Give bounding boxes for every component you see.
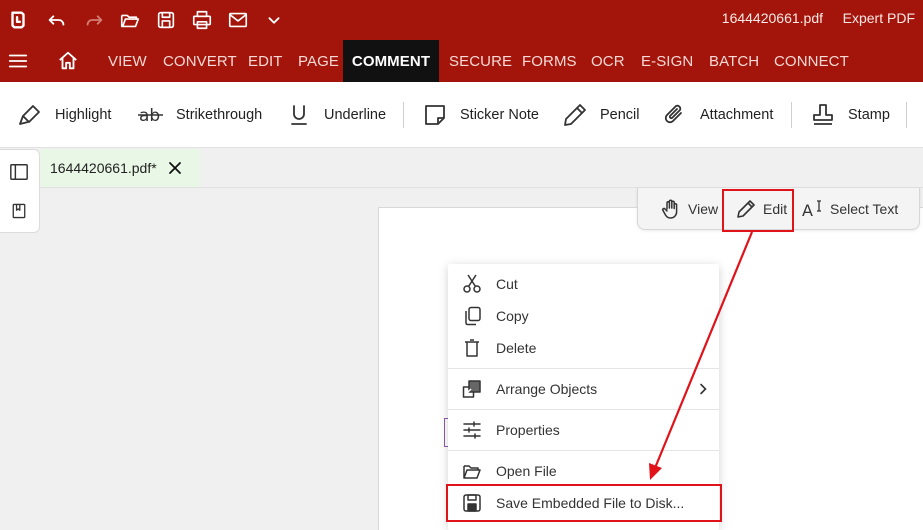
highlight-label: Highlight xyxy=(55,107,112,123)
menu-label-delete: Delete xyxy=(496,340,537,356)
app-name: Expert PDF xyxy=(842,10,915,26)
menu-item-cut[interactable]: Cut xyxy=(448,269,719,299)
scissors-icon xyxy=(461,273,483,295)
tab-page[interactable]: PAGE xyxy=(288,40,349,82)
menu-label-cut: Cut xyxy=(496,276,518,292)
view-mode-button[interactable]: View xyxy=(660,198,718,220)
strikethrough-icon: ab xyxy=(138,106,163,126)
stamp-button[interactable]: Stamp xyxy=(810,100,890,130)
tab-secure[interactable]: SECURE xyxy=(439,40,522,82)
view-mode-label: View xyxy=(688,201,719,217)
select-text-button[interactable]: A Select Text xyxy=(802,198,898,220)
tab-edit[interactable]: EDIT xyxy=(238,40,293,82)
tab-connect[interactable]: CONNECT xyxy=(764,40,859,82)
copy-icon xyxy=(461,305,483,327)
tab-ocr[interactable]: OCR xyxy=(581,40,635,82)
arrange-icon xyxy=(461,378,483,400)
menu-item-arrange-objects[interactable]: Arrange Objects xyxy=(448,374,719,404)
stamp-label: Stamp xyxy=(848,107,890,123)
menu-separator xyxy=(448,409,719,410)
comment-ribbon: Highlight ab Strikethrough Underline Sti… xyxy=(0,82,923,148)
ribbon-divider xyxy=(791,102,792,128)
menu-item-delete[interactable]: Delete xyxy=(448,333,719,363)
underline-label: Underline xyxy=(324,107,387,123)
app-logo-icon[interactable] xyxy=(4,6,32,34)
select-text-icon: A xyxy=(802,200,821,220)
tab-convert[interactable]: CONVERT xyxy=(153,40,247,82)
hamburger-icon[interactable] xyxy=(6,49,30,73)
menu-item-properties[interactable]: Properties xyxy=(448,415,719,445)
pencil-button[interactable]: Pencil xyxy=(562,100,640,130)
highlight-button[interactable]: Highlight xyxy=(17,100,111,130)
attachment-label: Attachment xyxy=(700,107,774,123)
menu-label-copy: Copy xyxy=(496,308,529,324)
menu-separator xyxy=(448,368,719,369)
underline-icon xyxy=(291,105,307,125)
tab-comment[interactable]: COMMENT xyxy=(343,40,439,82)
ribbon-divider xyxy=(906,102,907,128)
tab-esign[interactable]: E-SIGN xyxy=(631,40,703,82)
tab-view[interactable]: VIEW xyxy=(98,40,157,82)
highlighter-icon xyxy=(19,105,40,125)
menu-label-open-file: Open File xyxy=(496,463,557,479)
title-bar: 1644420661.pdf Expert PDF xyxy=(0,0,923,40)
menu-item-open-file[interactable]: Open File xyxy=(448,456,719,486)
close-icon[interactable] xyxy=(167,160,183,176)
tab-batch[interactable]: BATCH xyxy=(699,40,769,82)
menu-label-properties: Properties xyxy=(496,422,560,438)
strikethrough-label: Strikethrough xyxy=(176,107,263,123)
sticker-note-icon xyxy=(425,105,445,125)
undo-icon[interactable] xyxy=(43,6,71,34)
ribbon-divider xyxy=(403,102,404,128)
annotation-save-highlight xyxy=(446,484,722,522)
pencil-label: Pencil xyxy=(600,107,640,123)
annotation-edit-highlight xyxy=(722,189,794,232)
pencil-icon xyxy=(564,104,586,126)
home-icon[interactable] xyxy=(56,49,80,73)
svg-text:ab: ab xyxy=(139,106,160,126)
properties-icon xyxy=(461,419,483,441)
file-tab[interactable]: 1644420661.pdf* xyxy=(40,149,200,187)
chevron-down-icon[interactable] xyxy=(260,6,288,34)
menu-separator xyxy=(448,450,719,451)
main-nav: VIEW CONVERT EDIT PAGE COMMENT SECURE FO… xyxy=(0,40,923,82)
attachment-button[interactable]: Attachment xyxy=(662,100,773,130)
print-icon[interactable] xyxy=(188,6,216,34)
trash-icon xyxy=(461,337,483,359)
stamp-icon xyxy=(813,104,833,125)
menu-item-copy[interactable]: Copy xyxy=(448,301,719,331)
svg-text:A: A xyxy=(802,201,813,220)
strikethrough-button[interactable]: ab Strikethrough xyxy=(138,100,262,130)
save-icon[interactable] xyxy=(152,6,180,34)
left-dock xyxy=(0,149,40,233)
open-folder-icon xyxy=(461,460,483,482)
mail-icon[interactable] xyxy=(224,6,252,34)
sticker-note-label: Sticker Note xyxy=(460,107,539,123)
hand-icon xyxy=(662,199,678,219)
document-title: 1644420661.pdf xyxy=(721,10,823,26)
redo-icon[interactable] xyxy=(80,6,108,34)
menu-label-arrange-objects: Arrange Objects xyxy=(496,381,598,397)
bookmark-icon[interactable] xyxy=(8,200,30,222)
underline-button[interactable]: Underline xyxy=(286,100,386,130)
open-folder-icon[interactable] xyxy=(116,6,144,34)
file-tab-name: 1644420661.pdf* xyxy=(50,160,157,176)
chevron-right-icon xyxy=(700,383,707,395)
tab-forms[interactable]: FORMS xyxy=(512,40,587,82)
sticker-note-button[interactable]: Sticker Note xyxy=(422,100,539,130)
paperclip-icon xyxy=(664,104,682,124)
select-text-label: Select Text xyxy=(830,201,899,217)
panel-icon[interactable] xyxy=(8,161,30,183)
